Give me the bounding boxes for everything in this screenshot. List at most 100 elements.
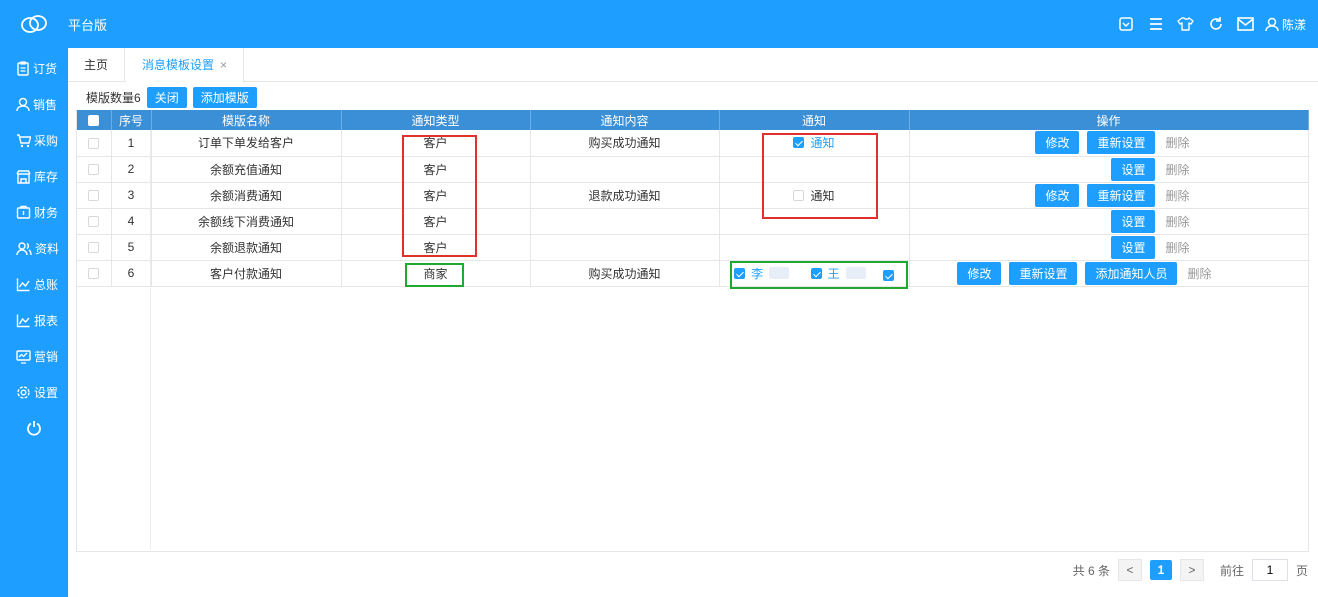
select-all-checkbox[interactable] — [88, 115, 100, 127]
sidebar-item-report[interactable]: 报表 — [0, 302, 68, 338]
mail-icon[interactable] — [1231, 0, 1261, 48]
next-page-button[interactable]: > — [1179, 559, 1204, 581]
tab-bar: 主页 消息模板设置 × — [68, 48, 1318, 83]
close-tab-icon[interactable]: × — [220, 58, 227, 72]
sidebar-item-data[interactable]: 资料 — [0, 230, 68, 266]
template-table: 序号 模版名称 通知类型 通知内容 通知 操作 1 订单下单发给客户 客户 购买… — [76, 110, 1309, 552]
store-icon — [16, 169, 31, 184]
close-button[interactable]: 关闭 — [146, 86, 187, 108]
tab-home[interactable]: 主页 — [68, 48, 126, 82]
goto-label: 前往 — [1219, 563, 1244, 578]
table-row: 6 客户付款通知 商家 购买成功通知 李 王 修改 重新设置 添加通知人员 删除 — [77, 260, 1309, 287]
top-bar: 平台版 陈漾 — [0, 0, 1318, 48]
notify-content — [530, 156, 720, 183]
tab-home-label: 主页 — [84, 58, 109, 72]
row-checkbox[interactable] — [88, 216, 100, 228]
table-row: 4 余额线下消费通知 客户 设置 删除 — [77, 208, 1309, 235]
user-menu[interactable]: 陈漾 — [1265, 16, 1306, 33]
delete-link[interactable]: 删除 — [1187, 265, 1211, 282]
prev-page-button[interactable]: < — [1117, 559, 1142, 581]
template-name: 余额线下消费通知 — [151, 208, 342, 235]
sidebar-item-sales[interactable]: 销售 — [0, 86, 68, 122]
gear-icon — [17, 385, 30, 399]
reset-button[interactable]: 重新设置 — [1087, 183, 1156, 207]
highlight-box-merchant — [405, 263, 464, 287]
row-number: 4 — [111, 208, 152, 235]
sidebar-item-purchase[interactable]: 采购 — [0, 122, 68, 158]
reset-button[interactable]: 重新设置 — [1009, 261, 1078, 285]
delete-link[interactable]: 删除 — [1165, 213, 1189, 230]
safe-icon — [16, 205, 31, 219]
delete-link[interactable]: 删除 — [1165, 187, 1189, 204]
toolbar: 模版数量6 关闭 添加模版 — [86, 86, 257, 108]
tab-message-template[interactable]: 消息模板设置 × — [126, 48, 245, 83]
template-count: 模版数量6 — [86, 90, 141, 105]
power-icon — [27, 421, 41, 436]
template-name: 余额充值通知 — [151, 156, 342, 183]
sidebar-item-label: 设置 — [34, 385, 59, 400]
delete-link[interactable]: 删除 — [1165, 239, 1189, 256]
row-checkbox[interactable] — [88, 242, 100, 254]
row-checkbox[interactable] — [88, 164, 100, 176]
goto-page-input[interactable] — [1251, 559, 1288, 581]
sidebar-item-inventory[interactable]: 库存 — [0, 158, 68, 194]
sidebar-item-settings[interactable]: 设置 — [0, 374, 68, 410]
cart-icon — [17, 133, 31, 147]
template-name: 余额消费通知 — [151, 182, 342, 209]
row-number: 6 — [111, 260, 152, 287]
edit-button[interactable]: 修改 — [1035, 183, 1080, 207]
table-row: 2 余额充值通知 客户 设置 删除 — [77, 156, 1309, 183]
edit-button[interactable]: 修改 — [957, 261, 1002, 285]
select-all-cell[interactable] — [77, 110, 112, 130]
sidebar-item-label: 报表 — [34, 313, 59, 328]
current-page[interactable]: 1 — [1149, 560, 1172, 580]
area-chart-icon — [16, 314, 30, 327]
column-header: 通知 — [719, 110, 910, 130]
page-unit-label: 页 — [1295, 563, 1308, 578]
row-number: 2 — [111, 156, 152, 183]
delete-link[interactable]: 删除 — [1165, 161, 1189, 178]
row-checkbox[interactable] — [88, 268, 100, 280]
sidebar-item-order[interactable]: 订货 — [0, 50, 68, 86]
setup-button[interactable]: 设置 — [1111, 235, 1156, 259]
template-name: 余额退款通知 — [151, 234, 342, 261]
add-notify-person-button[interactable]: 添加通知人员 — [1085, 261, 1178, 285]
sidebar-item-label: 营销 — [34, 349, 59, 364]
notify-content: 购买成功通知 — [530, 260, 720, 287]
refresh-icon[interactable] — [1201, 0, 1231, 48]
sidebar-item-ledger[interactable]: 总账 — [0, 266, 68, 302]
sidebar-item-label: 总账 — [34, 277, 59, 292]
sidebar-item-label: 采购 — [34, 133, 59, 148]
edit-button[interactable]: 修改 — [1035, 131, 1080, 155]
setup-button[interactable]: 设置 — [1111, 157, 1156, 181]
row-checkbox[interactable] — [88, 190, 100, 202]
reset-button[interactable]: 重新设置 — [1087, 131, 1156, 155]
table-row: 5 余额退款通知 客户 设置 删除 — [77, 234, 1309, 261]
column-header: 操作 — [909, 110, 1309, 130]
power-button[interactable] — [0, 410, 68, 446]
shirt-icon[interactable] — [1171, 0, 1201, 48]
tab-active-label: 消息模板设置 — [142, 58, 215, 72]
row-number: 5 — [111, 234, 152, 261]
highlight-box-type — [402, 135, 477, 257]
notify-content: 购买成功通知 — [530, 130, 720, 157]
line-chart-icon — [16, 278, 30, 291]
template-name: 订单下单发给客户 — [151, 130, 342, 157]
table-row: 1 订单下单发给客户 客户 购买成功通知 通知 修改 重新设置 删除 — [77, 130, 1309, 157]
delete-link[interactable]: 删除 — [1165, 134, 1189, 151]
row-checkbox[interactable] — [88, 138, 100, 150]
add-template-button[interactable]: 添加模版 — [192, 86, 257, 108]
monitor-icon — [16, 349, 31, 364]
setup-button[interactable]: 设置 — [1111, 209, 1156, 233]
person-icon — [16, 97, 30, 111]
sidebar-item-label: 资料 — [35, 241, 60, 256]
template-name: 客户付款通知 — [151, 260, 342, 287]
column-header: 通知内容 — [530, 110, 720, 130]
dropdown-box-icon[interactable] — [1111, 0, 1141, 48]
sidebar-item-finance[interactable]: 财务 — [0, 194, 68, 230]
sidebar-item-marketing[interactable]: 营销 — [0, 338, 68, 374]
menu-icon[interactable] — [1141, 0, 1171, 48]
sidebar-item-label: 库存 — [34, 169, 59, 184]
user-icon — [1265, 17, 1279, 31]
sidebar-item-label: 财务 — [34, 205, 59, 220]
